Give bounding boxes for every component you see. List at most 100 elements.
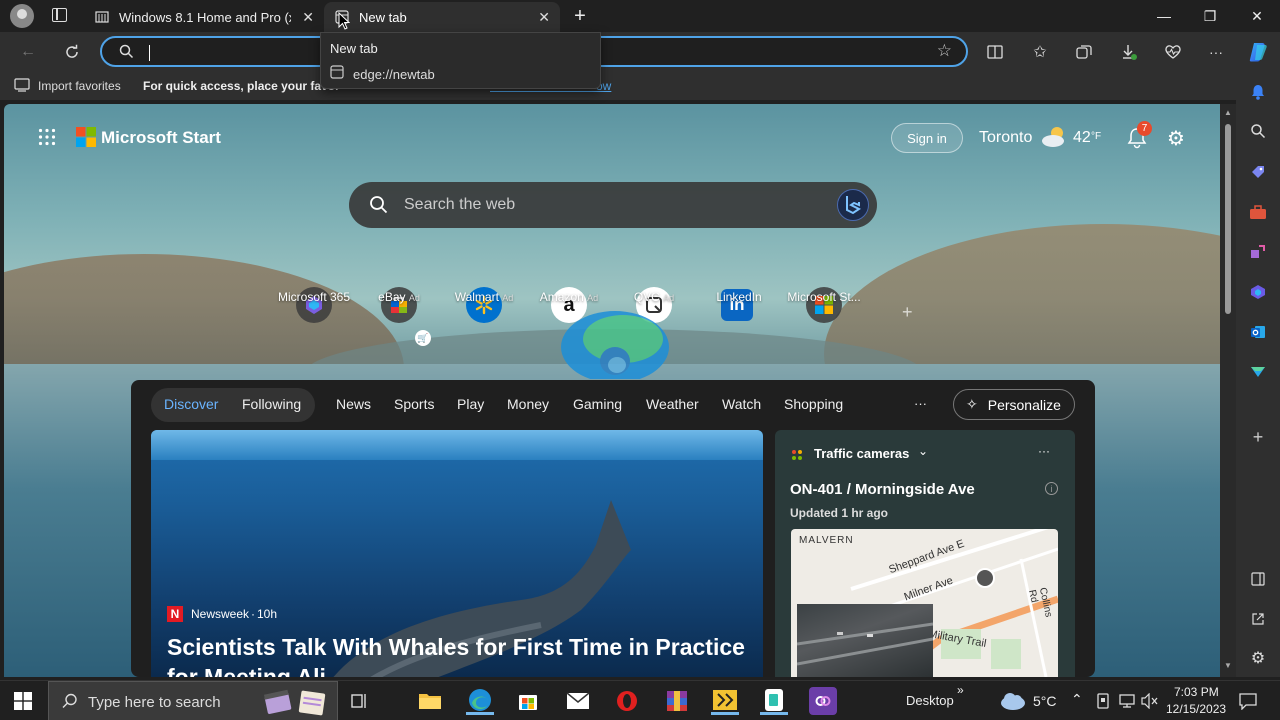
bing-icon[interactable] [837, 189, 869, 221]
volume-muted-icon[interactable] [1141, 692, 1159, 714]
tools-app-icon[interactable] [711, 687, 739, 715]
favorites-bar: Import favorites For quick access, place… [0, 72, 1280, 100]
search-icon[interactable] [1248, 121, 1268, 141]
games-icon[interactable] [1248, 242, 1268, 262]
card-more-button[interactable]: ··· [1038, 444, 1050, 458]
personalize-button[interactable]: ✧ Personalize [953, 389, 1075, 420]
tab-money[interactable]: Money [507, 396, 549, 412]
quicklink-microsoft365[interactable]: Microsoft 365 [272, 290, 356, 304]
add-shortcut-button[interactable]: + [902, 302, 913, 323]
cloud-weather-icon[interactable] [999, 691, 1027, 716]
purple-app-icon[interactable] [809, 687, 837, 715]
favorite-star-icon[interactable]: ☆ [937, 41, 952, 61]
more-tabs-button[interactable]: ··· [914, 396, 927, 411]
web-search-box[interactable]: Search the web [349, 182, 877, 228]
tab-gaming[interactable]: Gaming [573, 396, 622, 412]
refresh-button[interactable] [57, 38, 87, 66]
shopping-tag-icon[interactable] [1248, 162, 1268, 182]
quicklink-qvc[interactable]: QVC Ad [612, 290, 696, 304]
quicklink-microsoft-store[interactable]: Microsoft St... [782, 290, 866, 304]
clock-date[interactable]: 12/15/2023 [1166, 702, 1226, 716]
import-favorites-link[interactable]: Import favorites [38, 79, 121, 93]
chevron-down-icon[interactable]: ⌄ [918, 444, 928, 458]
notifications-icon[interactable] [1248, 82, 1268, 102]
restore-button[interactable]: ❐ [1187, 0, 1233, 32]
tab-following[interactable]: Following [242, 396, 301, 412]
desktop-toolbar-label[interactable]: Desktop [906, 693, 954, 708]
clock-time[interactable]: 7:03 PM [1174, 685, 1219, 699]
traffic-map[interactable]: MALVERN Sheppard Ave E Milner Ave Collin… [791, 529, 1058, 677]
downloads-icon[interactable] [1114, 38, 1144, 66]
quicklink-linkedin[interactable]: LinkedIn [697, 290, 781, 304]
split-screen-icon[interactable] [980, 38, 1010, 66]
tray-chevron-up-icon[interactable]: ⌃ [1071, 691, 1083, 708]
winrar-icon[interactable] [663, 687, 691, 715]
network-icon[interactable] [1118, 693, 1136, 714]
close-tab-icon[interactable]: ✕ [302, 9, 314, 26]
brand-title[interactable]: Microsoft Start [101, 128, 221, 148]
edge-logo-icon [559, 309, 671, 383]
scroll-thumb[interactable] [1225, 124, 1231, 314]
microsoft-store-taskbar-icon[interactable] [514, 687, 542, 715]
action-center-icon[interactable] [1239, 692, 1257, 715]
tab-play[interactable]: Play [457, 396, 484, 412]
page-scrollbar[interactable]: ▲ ▼ [1220, 104, 1236, 677]
tab-news[interactable]: News [336, 396, 371, 412]
mail-icon[interactable] [564, 687, 592, 715]
sign-in-label: Sign in [907, 130, 947, 146]
tray-device-icon[interactable] [1096, 693, 1110, 714]
performance-icon[interactable] [1158, 38, 1188, 66]
hero-article-card[interactable]: N Newsweek · 10h Scientists Talk With Wh… [151, 430, 763, 677]
tools-icon[interactable] [1248, 202, 1268, 222]
toolbar-overflow-icon[interactable]: » [957, 683, 964, 697]
sidebar-settings-icon[interactable]: ⚙ [1248, 648, 1268, 668]
tab-windows81[interactable]: Windows 8.1 Home and Pro (x86 ✕ [84, 2, 324, 32]
apps-grid-icon[interactable] [38, 128, 56, 146]
quicklink-amazon[interactable]: Amazon Ad [527, 290, 611, 304]
taskbar-search-box[interactable]: Type here to search [48, 681, 338, 720]
opera-icon[interactable] [613, 687, 641, 715]
file-explorer-icon[interactable] [416, 687, 444, 715]
open-external-icon[interactable] [1248, 609, 1268, 629]
drop-icon[interactable] [1248, 362, 1268, 382]
outlook-icon[interactable] [1248, 322, 1268, 342]
favorites-icon[interactable]: ✩ [1025, 38, 1055, 66]
minimize-button[interactable]: — [1141, 0, 1187, 32]
close-tab-icon[interactable]: ✕ [538, 9, 550, 26]
info-icon[interactable]: i [1045, 482, 1058, 495]
sidebar-layout-icon[interactable] [1248, 569, 1268, 589]
taskbar-weather-temp[interactable]: 5°C [1033, 693, 1057, 709]
traffic-title[interactable]: Traffic cameras [814, 446, 909, 461]
weather-unit: °F [1091, 131, 1102, 142]
task-view-icon[interactable] [351, 692, 369, 715]
more-menu-icon[interactable]: ··· [1201, 38, 1231, 66]
start-button[interactable] [14, 692, 32, 715]
quicklink-walmart[interactable]: Walmart Ad [442, 290, 526, 304]
settings-gear-icon[interactable]: ⚙ [1167, 126, 1185, 151]
back-button[interactable]: ← [13, 38, 43, 66]
tab-discover[interactable]: Discover [164, 396, 218, 412]
camera-pin-icon[interactable] [975, 568, 995, 588]
collections-icon[interactable] [1069, 38, 1099, 66]
scroll-up-arrow[interactable]: ▲ [1224, 108, 1232, 117]
scroll-down-arrow[interactable]: ▼ [1224, 661, 1232, 670]
notepad-app-icon[interactable] [760, 687, 788, 715]
close-window-button[interactable]: ✕ [1234, 0, 1280, 32]
copilot-icon[interactable] [1243, 38, 1273, 66]
profile-avatar[interactable] [10, 4, 34, 28]
copilot-sidebar-icon[interactable] [1248, 282, 1268, 302]
tab-sports[interactable]: Sports [394, 396, 434, 412]
tab-weather[interactable]: Weather [646, 396, 699, 412]
tab-shopping[interactable]: Shopping [784, 396, 843, 412]
add-sidebar-app-icon[interactable]: + [1248, 427, 1268, 447]
traffic-updated: Updated 1 hr ago [790, 506, 889, 520]
weather-city[interactable]: Toronto [979, 129, 1032, 147]
edge-taskbar-icon[interactable] [466, 687, 494, 715]
new-tab-button[interactable]: + [568, 4, 592, 28]
camera-thumbnail[interactable] [796, 604, 934, 677]
tab-new-tab[interactable]: New tab ✕ [324, 2, 560, 32]
sign-in-button[interactable]: Sign in [891, 123, 963, 153]
tab-watch[interactable]: Watch [722, 396, 761, 412]
quicklink-ebay[interactable]: eBay Ad [357, 290, 441, 304]
tab-actions-icon[interactable] [52, 8, 67, 22]
